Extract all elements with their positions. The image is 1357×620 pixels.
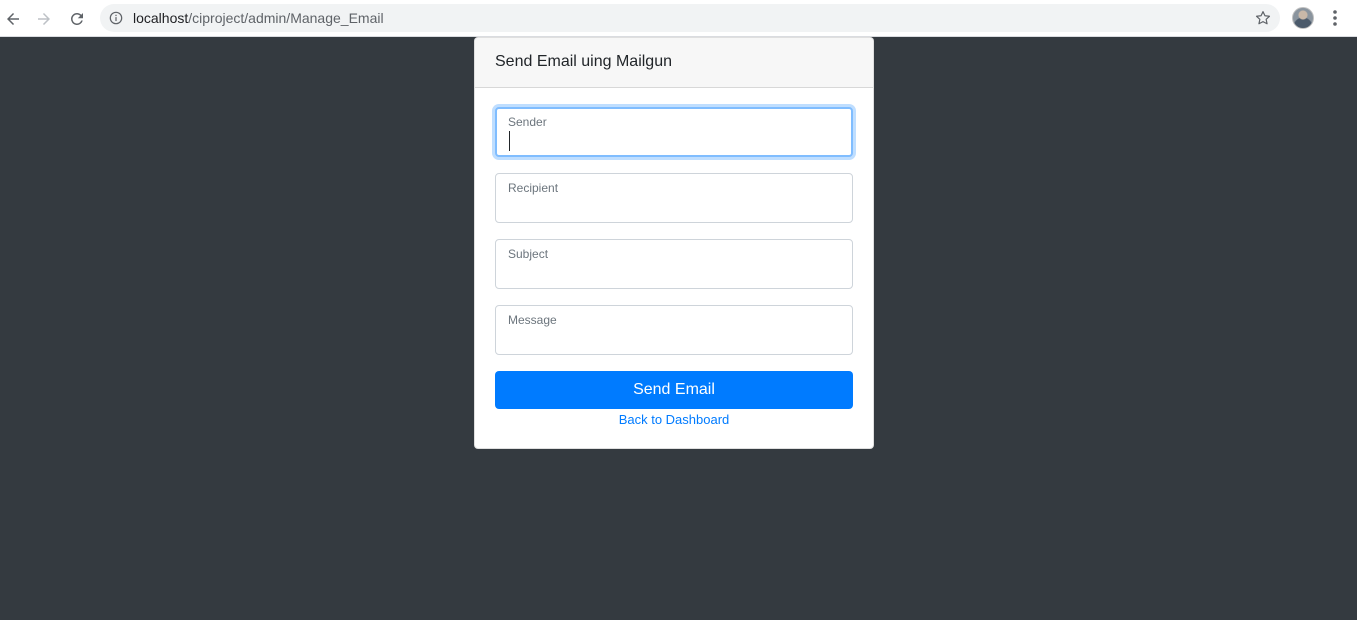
recipient-label: Recipient (508, 181, 559, 195)
bookmark-star-icon[interactable] (1254, 9, 1272, 27)
reload-button[interactable] (64, 6, 90, 32)
send-email-button[interactable]: Send Email (495, 371, 853, 409)
card-header: Send Email uing Mailgun (475, 38, 873, 88)
subject-label: Subject (508, 247, 549, 261)
back-arrow-button[interactable] (0, 6, 26, 32)
more-vert-icon[interactable] (1326, 8, 1344, 28)
sender-input[interactable] (509, 133, 839, 153)
email-card: Send Email uing Mailgun Sender Recipient… (474, 37, 874, 449)
forward-arrow-button[interactable] (31, 6, 57, 32)
message-input[interactable] (508, 330, 838, 350)
arrow-left-icon (7, 13, 19, 25)
url-host: localhost (133, 10, 189, 26)
recipient-field[interactable]: Recipient (495, 173, 853, 223)
address-bar[interactable]: localhost/ciproject/admin/Manage_Email (100, 4, 1280, 32)
sender-field[interactable]: Sender (495, 107, 853, 157)
recipient-input[interactable] (508, 198, 838, 218)
subject-field[interactable]: Subject (495, 239, 853, 289)
arrow-right-icon (38, 13, 50, 25)
url-text[interactable]: localhost/ciproject/admin/Manage_Email (133, 10, 384, 26)
message-field[interactable]: Message (495, 305, 853, 355)
back-to-dashboard-link[interactable]: Back to Dashboard (475, 412, 873, 427)
card-title: Send Email uing Mailgun (495, 53, 672, 70)
sender-label: Sender (508, 115, 547, 129)
subject-input[interactable] (508, 264, 838, 284)
browser-toolbar: localhost/ciproject/admin/Manage_Email (0, 0, 1357, 37)
info-icon[interactable] (109, 11, 123, 25)
url-path: /ciproject/admin/Manage_Email (188, 10, 384, 26)
reload-icon (70, 12, 83, 25)
profile-avatar[interactable] (1292, 7, 1314, 29)
message-label: Message (508, 313, 557, 327)
